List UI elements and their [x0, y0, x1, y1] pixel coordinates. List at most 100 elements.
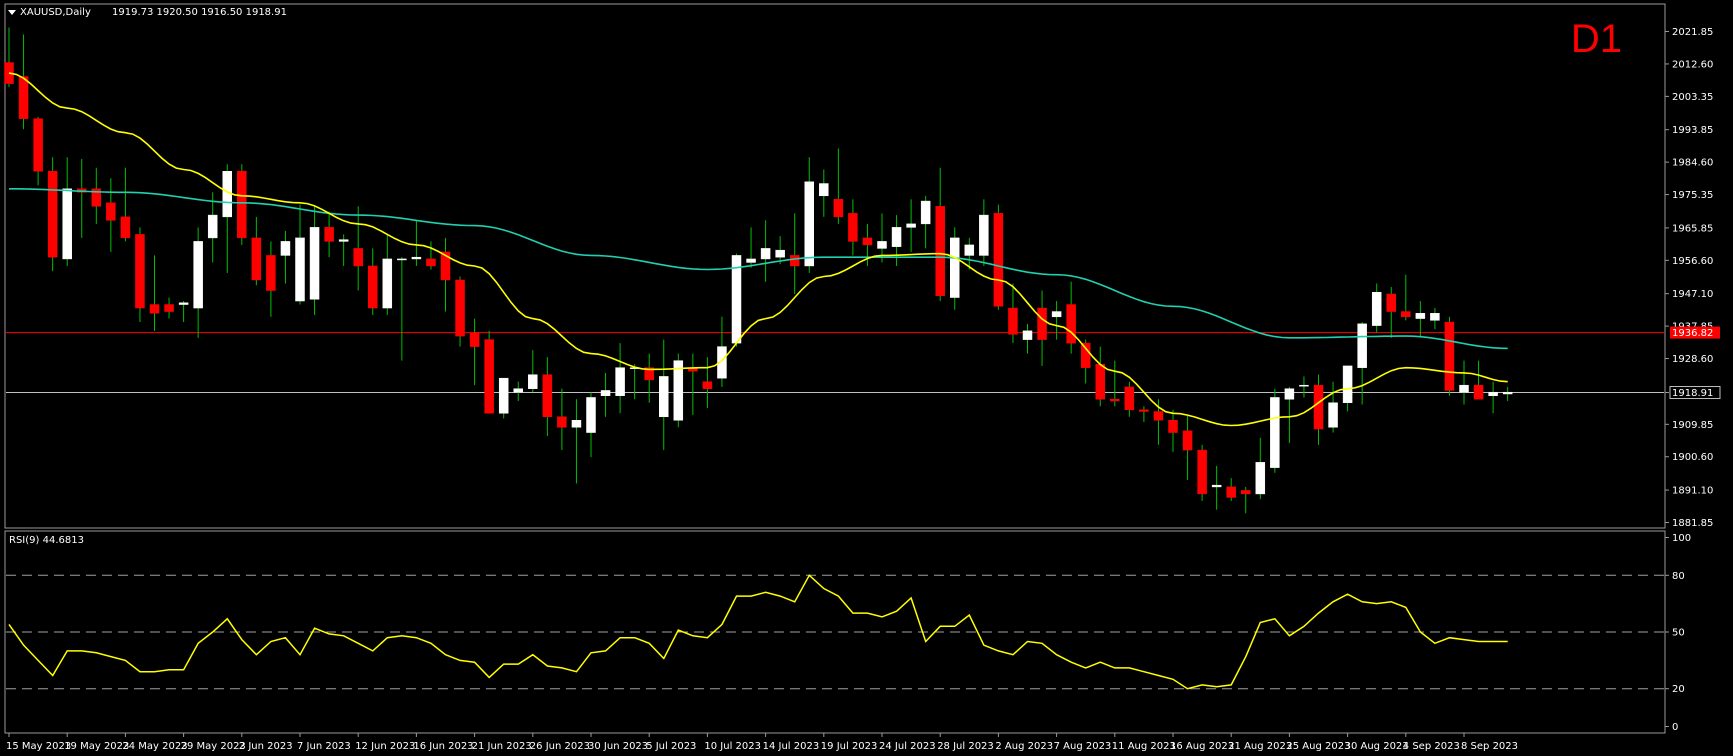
candle-body	[586, 397, 596, 433]
candle-body	[1080, 342, 1091, 368]
candle-body	[1110, 398, 1120, 402]
chart-canvas: 2021.85 2012.60 2003.35 1993.85 1984.60 1975.…	[4, 3, 1721, 752]
x-tick-label: 5 Jul 2023	[646, 741, 696, 752]
candle-body	[760, 248, 771, 260]
main-chart-area	[4, 27, 1664, 514]
candle-body	[1401, 311, 1411, 318]
candle-body	[891, 227, 902, 247]
x-tick-label: 7 Aug 2023	[1054, 741, 1112, 752]
candle-body	[1255, 462, 1266, 495]
x-tick-label: 24 May 2023	[122, 741, 187, 752]
candle-body	[368, 265, 378, 309]
candle-body	[266, 255, 276, 291]
candle-body	[1488, 391, 1498, 396]
candle-body	[1095, 363, 1105, 400]
x-tick-label: 15 May 2023	[6, 741, 71, 752]
candle-body	[324, 227, 334, 242]
candle-body	[1182, 430, 1193, 451]
candle-body	[1342, 365, 1353, 403]
candle-body	[1197, 449, 1207, 495]
x-tick-label: 16 Jun 2023	[413, 741, 473, 752]
candle-body	[1051, 311, 1062, 318]
candle-body	[135, 234, 145, 309]
y-tick-label: 1909.85	[1672, 420, 1713, 431]
candle-body	[659, 376, 669, 418]
candle-body	[600, 390, 611, 396]
x-tick-label: 30 Aug 2023	[1345, 741, 1409, 752]
candle-body	[33, 118, 43, 172]
candle-body	[1313, 384, 1324, 430]
collapse-triangle-icon[interactable]	[8, 10, 16, 15]
candle-body	[353, 248, 363, 267]
candle-body	[775, 249, 785, 258]
ma-fast-line	[8, 72, 1508, 427]
candle-body	[906, 223, 916, 228]
candle-body	[528, 374, 538, 389]
candle-body	[746, 258, 756, 263]
y-tick-label: 1965.85	[1672, 223, 1713, 234]
x-tick-label: 30 Jun 2023	[588, 741, 648, 752]
candle-body	[862, 237, 873, 246]
candle-body	[571, 420, 582, 428]
candle-body	[18, 76, 29, 119]
candle-body	[979, 214, 989, 256]
x-tick-label: 19 May 2023	[64, 741, 129, 752]
candle-body	[1473, 384, 1484, 400]
x-tick-label: 10 Jul 2023	[704, 741, 761, 752]
candle-body	[455, 279, 465, 337]
x-tick-label: 16 Aug 2023	[1170, 741, 1234, 752]
rsi-panel-area	[6, 574, 1664, 690]
y-tick-label: 1891.10	[1672, 486, 1713, 497]
candle-body	[513, 388, 523, 393]
candle-body	[1139, 409, 1149, 412]
candle-body	[47, 171, 58, 258]
candle-body	[1022, 330, 1033, 340]
candle-body	[920, 200, 931, 225]
rsi-label: RSI(9) 44.6813	[9, 535, 84, 546]
candle-body	[833, 199, 844, 218]
candle-body	[1502, 391, 1513, 395]
x-tick-label: 26 Jun 2023	[530, 741, 590, 752]
y-tick-label: 2012.60	[1672, 59, 1713, 70]
candle-body	[1328, 402, 1338, 428]
x-tick-label: 19 Jul 2023	[821, 741, 878, 752]
candle-body	[338, 239, 349, 242]
candle-body	[1284, 388, 1295, 400]
candle-body	[1153, 411, 1164, 421]
rsi-tick-label: 100	[1672, 533, 1691, 544]
candle-body	[1241, 490, 1251, 495]
x-tick-label: 29 May 2023	[181, 741, 246, 752]
candle-body	[964, 244, 975, 256]
candle-body	[848, 213, 858, 242]
x-tick-label: 25 Aug 2023	[1286, 741, 1350, 752]
y-tick-label: 1900.60	[1672, 452, 1713, 463]
x-tick-label: 8 Sep 2023	[1461, 741, 1518, 752]
rsi-tick-label: 0	[1672, 722, 1678, 733]
x-tick-label: 11 Aug 2023	[1112, 741, 1176, 752]
x-tick-label: 2 Aug 2023	[995, 741, 1053, 752]
candle-body	[1168, 420, 1178, 433]
candle-body	[62, 188, 72, 260]
candle-body	[1430, 313, 1440, 321]
candle-body	[1270, 397, 1280, 468]
candle-body	[280, 241, 291, 256]
candle-body	[673, 360, 684, 421]
candle-body	[207, 214, 218, 239]
candle-body	[1299, 384, 1309, 387]
x-tick-label: 12 Jun 2023	[355, 741, 415, 752]
candle-body	[149, 304, 160, 314]
candle-body	[178, 302, 189, 305]
y-tick-label: 1918.91	[1672, 388, 1713, 399]
candle-body	[251, 237, 262, 281]
x-tick-label: 2 Jun 2023	[239, 741, 293, 752]
x-tick-label: 21 Aug 2023	[1228, 741, 1292, 752]
candle-body	[935, 206, 945, 297]
candle-body	[1386, 293, 1396, 312]
candle-body	[557, 416, 567, 428]
ma-slow-line	[9, 188, 1508, 350]
timeframe-label: D1	[1571, 17, 1622, 61]
candle-body	[804, 181, 814, 267]
rsi-tick-label: 50	[1672, 628, 1685, 639]
y-tick-label: 1928.60	[1672, 354, 1713, 365]
x-tick-label: 7 Jun 2023	[297, 741, 351, 752]
